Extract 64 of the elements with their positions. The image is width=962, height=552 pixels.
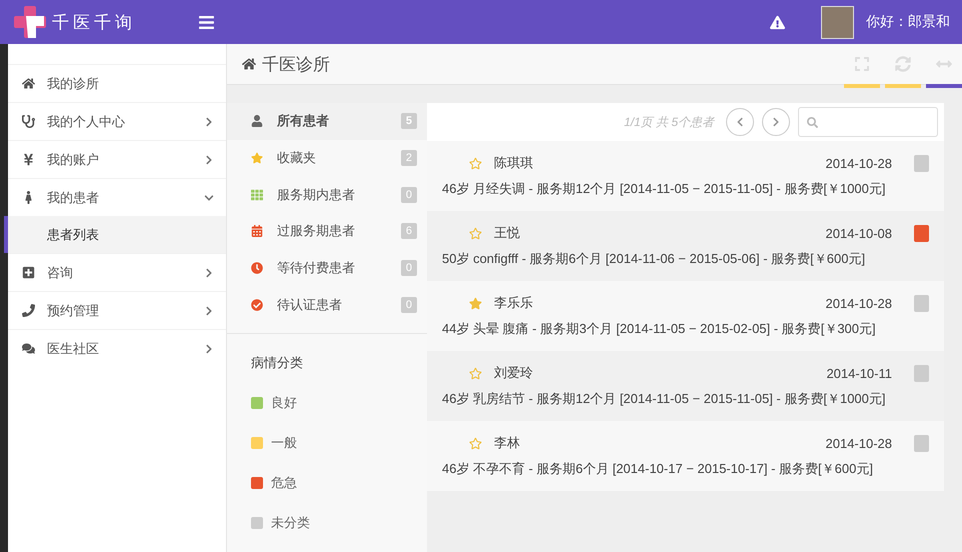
next-page-button[interactable] — [762, 108, 790, 136]
stethoscope-icon — [22, 115, 35, 128]
yen-icon — [22, 153, 35, 166]
menu-button[interactable] — [198, 14, 215, 30]
plus-icon — [22, 266, 35, 279]
home-icon — [22, 77, 35, 90]
star-icon — [251, 152, 263, 164]
sidebar-item[interactable]: 我的账户 — [8, 140, 226, 178]
patient-row[interactable]: 李林 2014-10-28 46岁 不孕不育 - 服务期6个月 [2014-10-17 − 2015-10-17] - 服务费[￥600元] — [427, 421, 944, 491]
refresh-icon — [895, 56, 911, 72]
star-outline-icon[interactable] — [469, 156, 482, 170]
patient-row[interactable]: 李乐乐 2014-10-28 44岁 头晕 腹痛 - 服务期3个月 [2014-11-05 − 2015-02-05] - 服务费[￥300元] — [427, 281, 944, 351]
alert-button[interactable] — [770, 14, 785, 30]
user-greeting[interactable]: 你好：郎景和 — [866, 13, 950, 31]
patient-date: 2014-10-28 — [826, 296, 892, 310]
chevron-left-icon — [735, 117, 745, 127]
patient-detail: 46岁 不孕不育 - 服务期6个月 [2014-10-17 − 2015-10-17] - 服务费[￥600元] — [442, 460, 874, 478]
patient-date: 2014-10-28 — [826, 156, 892, 170]
patient-detail: 46岁 月经失调 - 服务期12个月 [2014-11-05 − 2015-11-05] - 服务费[￥1000元] — [442, 180, 886, 198]
chat-icon — [22, 342, 35, 355]
chevron-right-icon — [771, 117, 781, 127]
category-label[interactable]: 未分类 — [271, 514, 310, 532]
sidebar-item[interactable]: 我的个人中心 — [8, 102, 226, 140]
avatar-placeholder[interactable] — [821, 6, 854, 38]
phone-icon — [22, 304, 35, 317]
search-field[interactable] — [798, 107, 938, 137]
home-icon — [242, 57, 256, 71]
sidebar-item[interactable]: 医生社区 — [8, 329, 226, 367]
patient-date: 2014-10-11 — [826, 366, 892, 380]
star-outline-icon[interactable] — [469, 436, 482, 450]
sidebar-item[interactable]: 我的诊所 — [8, 64, 226, 102]
grid-icon — [251, 188, 263, 201]
brand-name: 千医千询 — [52, 12, 136, 34]
patient-row[interactable]: 陈琪琪 2014-10-28 46岁 月经失调 - 服务期12个月 [2014-11-05 − 2015-11-05] - 服务费[￥1000元] — [427, 141, 944, 211]
fullscreen-icon — [854, 56, 870, 72]
sidebar-subitem[interactable]: 患者列表 — [4, 216, 226, 253]
patient-detail: 46岁 乳房结节 - 服务期12个月 [2014-11-05 − 2015-11-05] - 服务费[￥1000元] — [442, 390, 886, 408]
star-outline-icon[interactable] — [469, 226, 482, 240]
patient-name: 李乐乐 — [494, 294, 534, 312]
category-label[interactable]: 良好 — [271, 394, 297, 412]
star-outline-icon[interactable] — [469, 366, 482, 380]
patient-name: 王悦 — [494, 224, 521, 242]
patient-detail: 44岁 头晕 腹痛 - 服务期3个月 [2014-11-05 − 2015-02-05] - 服务费[￥300元] — [442, 320, 877, 338]
previous-page-button[interactable] — [726, 108, 754, 136]
category-label[interactable]: 危急 — [271, 474, 297, 492]
clock-icon — [251, 262, 263, 274]
sidebar-item[interactable]: 咨询 — [8, 253, 226, 291]
patient-date: 2014-10-28 — [826, 436, 892, 450]
patient-name: 陈琪琪 — [494, 154, 534, 172]
page-title: 千医诊所 — [262, 54, 330, 76]
user-icon — [251, 115, 263, 128]
filled-star-icon[interactable] — [469, 296, 482, 310]
page-summary: 1/1页 共 5个患者 — [624, 114, 714, 130]
patient-date: 2014-10-08 — [826, 226, 892, 240]
menu-icon — [198, 14, 215, 30]
patient-name: 李林 — [494, 434, 521, 452]
calendar-icon — [251, 225, 263, 238]
category-title: 病情分类 — [251, 354, 304, 372]
category-label[interactable]: 一般 — [271, 434, 297, 452]
sidebar-item[interactable]: 预约管理 — [8, 291, 226, 329]
patient-name: 刘爱玲 — [494, 364, 534, 382]
search-icon — [807, 116, 818, 128]
warning-icon — [770, 14, 785, 30]
patient-detail: 50岁 configfff - 服务期6个月 [2014-11-06 − 2015-05-06] - 服务费[￥600元] — [442, 250, 866, 268]
